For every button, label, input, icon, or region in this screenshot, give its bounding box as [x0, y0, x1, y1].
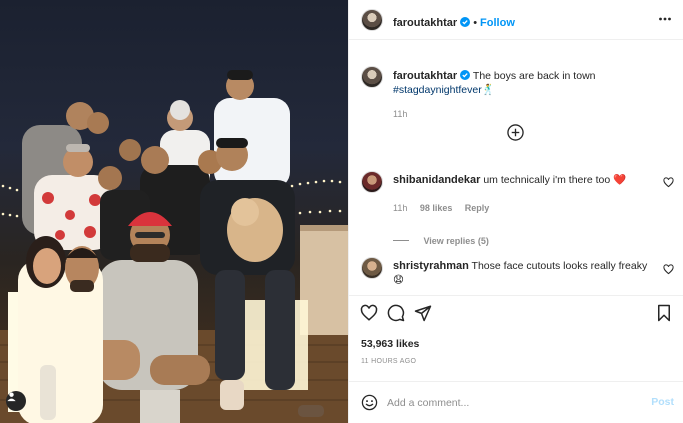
comment-text: Those face cutouts looks really freaky — [471, 260, 648, 272]
view-replies-label[interactable]: View replies (5) — [423, 236, 488, 246]
view-replies[interactable]: View replies (5) — [393, 231, 653, 249]
post-comment-button[interactable]: Post — [651, 396, 674, 408]
comment-username[interactable]: shristyrahman — [393, 260, 469, 272]
comment-username[interactable]: shibanidandekar — [393, 174, 480, 186]
comment-text: um technically i'm there too — [483, 174, 611, 186]
post-header: faroutakhtar • Follow — [349, 0, 683, 40]
post-actions: 53,963 likes 11 HOURS AGO — [349, 295, 683, 375]
follow-button[interactable]: Follow — [480, 17, 515, 29]
comment-time: 11h — [393, 203, 408, 213]
reply-button[interactable]: Reply — [465, 203, 490, 213]
post-time: 11 HOURS AGO — [361, 358, 417, 365]
plus-circle-icon[interactable] — [507, 124, 524, 141]
caption-avatar[interactable] — [361, 66, 383, 88]
comment-form: Post — [349, 381, 683, 423]
comment-emoji: 😧 — [393, 274, 404, 286]
caption-emoji: 🕺 — [481, 84, 495, 96]
author-username[interactable]: faroutakhtar — [393, 17, 457, 29]
caption: faroutakhtar The boys are back in town #… — [393, 69, 673, 119]
separator-dot: • — [473, 17, 478, 29]
caption-text: The boys are back in town — [472, 70, 596, 82]
share-icon[interactable] — [414, 304, 432, 322]
author-avatar[interactable] — [361, 9, 383, 31]
comment-meta: 11h 98 likes Reply — [393, 198, 653, 216]
comment-input[interactable] — [387, 394, 627, 412]
caption-time: 11h — [393, 109, 408, 119]
user-tag-button[interactable] — [6, 391, 26, 411]
more-options-icon[interactable] — [658, 12, 672, 26]
bookmark-icon[interactable] — [655, 304, 673, 322]
commenter-avatar[interactable] — [361, 257, 383, 279]
comment-icon[interactable] — [387, 304, 405, 322]
emoji-icon[interactable] — [361, 394, 378, 411]
post-photo[interactable] — [0, 0, 348, 423]
verified-badge-icon — [460, 17, 471, 27]
comment-emoji: ❤️ — [613, 174, 627, 186]
comment-item: shibanidandekar um technically i'm there… — [393, 173, 653, 249]
heart-icon[interactable] — [360, 304, 378, 322]
author-line: faroutakhtar • Follow — [393, 13, 515, 31]
post-details-panel: faroutakhtar • Follow faroutakhtar The boy… — [348, 0, 683, 423]
comment-like-icon[interactable] — [663, 177, 674, 188]
comments-section[interactable]: faroutakhtar The boys are back in town #… — [349, 40, 683, 295]
likes-count[interactable]: 53,963 likes — [361, 338, 419, 350]
caption-hashtag[interactable]: #stagdaynightfever — [393, 84, 482, 96]
commenter-avatar[interactable] — [361, 171, 383, 193]
user-tag-icon — [7, 392, 16, 402]
comment-likes[interactable]: 98 likes — [420, 203, 453, 213]
group-photo-illustration — [0, 70, 348, 423]
caption-username[interactable]: faroutakhtar — [393, 70, 457, 82]
replies-divider — [393, 240, 409, 241]
verified-badge-icon — [460, 70, 471, 80]
comment-item: shristyrahman Those face cutouts looks r… — [393, 259, 653, 287]
comment-like-icon[interactable] — [663, 264, 674, 275]
